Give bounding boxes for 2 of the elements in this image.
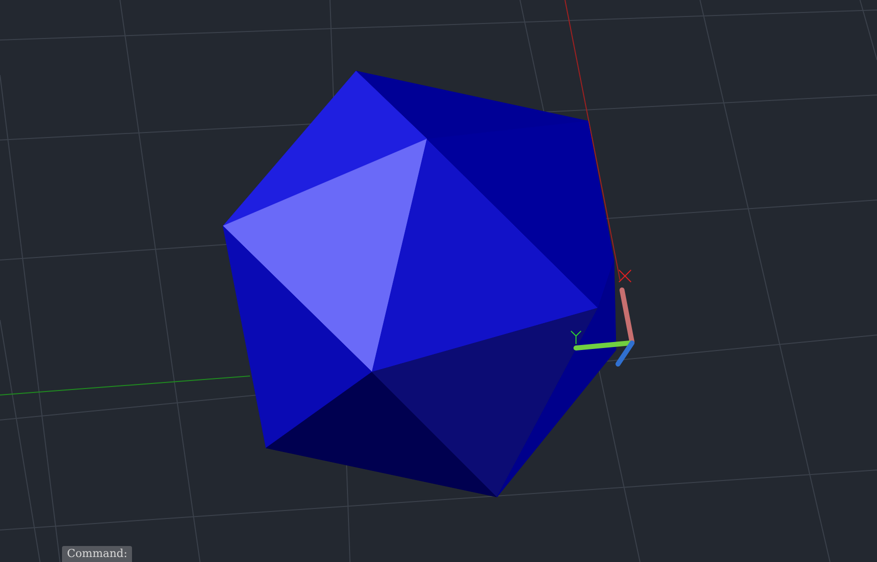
command-line-tab[interactable]: Command:: [62, 546, 132, 562]
ucs-icon: [570, 270, 634, 366]
